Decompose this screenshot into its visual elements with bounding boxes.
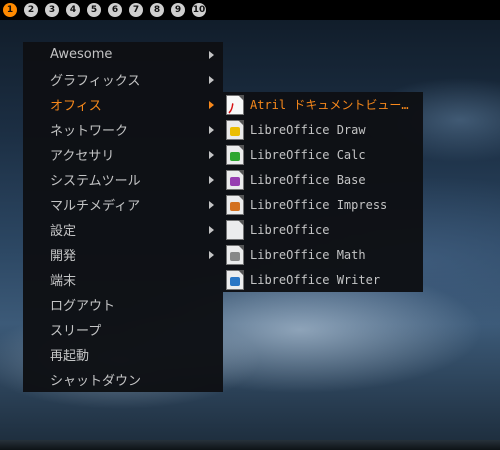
submenu-item-label: LibreOffice Math [250,247,366,262]
menu-item-multimedia[interactable]: マルチメディア [23,192,223,217]
tag-1[interactable]: 1 [3,3,17,17]
menu-item-awesome[interactable]: Awesome [23,42,223,67]
submenu-arrow-icon [209,50,214,59]
libreoffice-draw-icon [226,119,244,140]
submenu-arrow-icon [209,250,214,259]
menu-item-label: マルチメディア [50,199,141,214]
office-submenu: ﾉ Atril ドキュメントビュー… LibreOffice Draw Libr… [223,92,423,292]
submenu-item-label: LibreOffice Draw [250,122,366,137]
submenu-item-libreoffice-writer[interactable]: LibreOffice Writer [223,267,423,292]
menu-item-label: シャットダウン [50,374,142,389]
submenu-item-label: LibreOffice Calc [250,147,366,162]
menu-item-label: 端末 [50,274,77,289]
submenu-item-libreoffice-draw[interactable]: LibreOffice Draw [223,117,423,142]
submenu-arrow-icon [209,100,214,109]
tag-10[interactable]: 10 [192,3,206,17]
libreoffice-writer-icon [226,269,244,290]
main-menu: Awesome グラフィックス オフィス ネットワーク アクセサリ システムツー… [23,42,223,392]
submenu-item-libreoffice-math[interactable]: LibreOffice Math [223,242,423,267]
taskbar: 1 2 3 4 5 6 7 8 9 10 [0,0,500,20]
tag-6[interactable]: 6 [108,3,122,17]
menu-item-graphics[interactable]: グラフィックス [23,67,223,92]
submenu-arrow-icon [209,125,214,134]
menu-item-label: オフィス [50,99,102,114]
libreoffice-impress-icon [226,194,244,215]
submenu-arrow-icon [209,75,214,84]
menu-item-terminal[interactable]: 端末 [23,267,223,292]
submenu-arrow-icon [209,225,214,234]
submenu-arrow-icon [209,150,214,159]
tag-2[interactable]: 2 [24,3,38,17]
menu-item-label: 設定 [50,224,77,239]
desktop-ground [0,440,500,450]
submenu-item-atril[interactable]: ﾉ Atril ドキュメントビュー… [223,92,423,117]
submenu-arrow-icon [209,175,214,184]
submenu-item-libreoffice-calc[interactable]: LibreOffice Calc [223,142,423,167]
submenu-item-label: LibreOffice [250,222,330,237]
tag-9[interactable]: 9 [171,3,185,17]
submenu-item-label: Atril ドキュメントビュー… [250,98,409,112]
tag-3[interactable]: 3 [45,3,59,17]
menu-item-label: スリープ [50,324,102,339]
submenu-item-libreoffice-impress[interactable]: LibreOffice Impress [223,192,423,217]
tag-5[interactable]: 5 [87,3,101,17]
menu-item-label: ネットワーク [50,124,129,139]
libreoffice-icon [226,219,244,240]
tag-7[interactable]: 7 [129,3,143,17]
menu-item-logout[interactable]: ログアウト [23,292,223,317]
menu-item-reboot[interactable]: 再起動 [23,342,223,367]
menu-item-label: 開発 [50,249,77,264]
menu-item-label: アクセサリ [50,149,115,164]
submenu-item-libreoffice-base[interactable]: LibreOffice Base [223,167,423,192]
libreoffice-base-icon [226,169,244,190]
menu-item-label: Awesome [50,47,113,62]
menu-item-network[interactable]: ネットワーク [23,117,223,142]
menu-item-label: システムツール [50,174,141,189]
submenu-item-libreoffice[interactable]: LibreOffice [223,217,423,242]
libreoffice-math-icon [226,244,244,265]
menu-item-label: 再起動 [50,349,90,364]
submenu-item-label: LibreOffice Impress [250,197,388,212]
menu-item-settings[interactable]: 設定 [23,217,223,242]
libreoffice-calc-icon [226,144,244,165]
menu-item-shutdown[interactable]: シャットダウン [23,367,223,392]
tag-8[interactable]: 8 [150,3,164,17]
tag-4[interactable]: 4 [66,3,80,17]
menu-item-office[interactable]: オフィス [23,92,223,117]
menu-item-label: ログアウト [50,299,116,314]
menu-item-label: グラフィックス [50,74,141,89]
submenu-arrow-icon [209,200,214,209]
menu-item-system-tools[interactable]: システムツール [23,167,223,192]
menu-item-sleep[interactable]: スリープ [23,317,223,342]
pdf-document-icon: ﾉ [226,94,244,117]
submenu-item-label: LibreOffice Writer [250,272,381,287]
menu-item-development[interactable]: 開発 [23,242,223,267]
submenu-item-label: LibreOffice Base [250,172,366,187]
menu-item-accessories[interactable]: アクセサリ [23,142,223,167]
